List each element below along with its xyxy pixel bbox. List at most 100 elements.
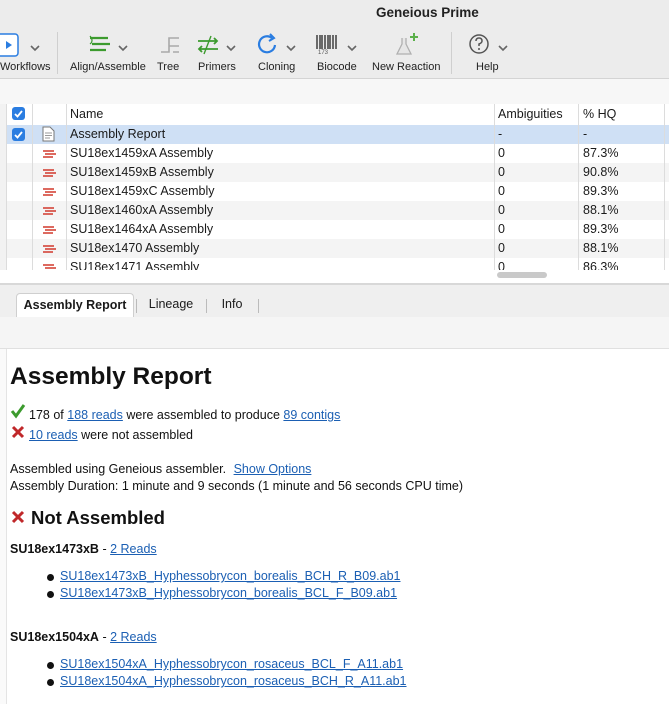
assembly-icon: [42, 167, 56, 181]
row-name: Assembly Report: [70, 127, 166, 141]
tab-info[interactable]: Info: [210, 293, 254, 317]
row-name: SU18ex1459xC Assembly: [70, 184, 215, 198]
toolbar-label: Align/Assemble: [70, 61, 146, 73]
group-reads-link[interactable]: 2 Reads: [110, 542, 157, 556]
cloning-button[interactable]: Cloning: [256, 26, 302, 78]
primers-icon: [196, 32, 220, 58]
table-row[interactable]: Assembly Report - -: [0, 125, 669, 144]
table-row[interactable]: SU18ex1459xB Assembly 0 90.8%: [0, 163, 669, 182]
assembly-icon: [42, 243, 56, 257]
tree-button[interactable]: Tree: [155, 26, 183, 78]
assembler-line: Assembled using Geneious assembler. Show…: [10, 462, 311, 476]
tree-icon: [159, 32, 181, 58]
list-bullet: [47, 591, 54, 598]
table-row[interactable]: SU18ex1464xA Assembly 0 89.3%: [0, 220, 669, 239]
column-header-hq[interactable]: % HQ: [583, 107, 616, 121]
read-file-link[interactable]: SU18ex1473xB_Hyphessobrycon_borealis_BCH…: [60, 569, 401, 583]
align-assemble-button[interactable]: Align/Assemble: [68, 26, 148, 78]
contigs-link[interactable]: 89 contigs: [283, 408, 340, 422]
tab-divider: [206, 299, 207, 313]
table-row[interactable]: SU18ex1470 Assembly 0 88.1%: [0, 239, 669, 258]
tab-lineage[interactable]: Lineage: [140, 293, 202, 317]
row-name: SU18ex1464xA Assembly: [70, 222, 214, 236]
tab-divider: [258, 299, 259, 313]
help-button[interactable]: Help: [468, 26, 514, 78]
biocode-badge: 173: [318, 50, 329, 56]
row-hq: 88.1%: [583, 241, 619, 255]
toolbar-divider: [451, 32, 452, 74]
assembly-duration: Assembly Duration: 1 minute and 9 second…: [10, 479, 464, 493]
new-reaction-button[interactable]: New Reaction: [372, 26, 442, 78]
column-header-ambiguities[interactable]: Ambiguities: [498, 107, 563, 121]
row-name: SU18ex1470 Assembly: [70, 241, 200, 255]
new-reaction-icon: [394, 32, 420, 58]
list-bullet: [47, 662, 54, 669]
row-hq: 89.3%: [583, 184, 619, 198]
viewer-tab-bar: Assembly Report Lineage Info: [0, 285, 669, 318]
toolbar-label: Cloning: [258, 61, 296, 73]
assembler-text: Assembled using Geneious assembler.: [10, 462, 227, 476]
report-title: Assembly Report: [10, 363, 212, 390]
row-name: SU18ex1459xA Assembly: [70, 146, 214, 160]
chevron-down-icon: [226, 39, 236, 57]
table-row[interactable]: SU18ex1459xC Assembly 0 89.3%: [0, 182, 669, 201]
chevron-down-icon: [118, 39, 128, 57]
group-name: SU18ex1504xA: [10, 630, 99, 644]
row-ambiguities: 0: [498, 241, 505, 255]
row-ambiguities: 0: [498, 260, 505, 270]
row-ambiguities: 0: [498, 203, 505, 217]
column-divider: [494, 104, 495, 270]
column-divider: [578, 104, 579, 270]
workflows-button[interactable]: Workflows: [0, 26, 52, 78]
table-row[interactable]: SU18ex1460xA Assembly 0 88.1%: [0, 201, 669, 220]
reads-link[interactable]: 188 reads: [67, 408, 123, 422]
read-file-link[interactable]: SU18ex1504xA_Hyphessobrycon_rosaceus_BCL…: [60, 657, 403, 671]
select-all-checkbox[interactable]: [12, 107, 25, 120]
error-x-icon: [11, 510, 25, 529]
report-document-icon: [42, 126, 55, 145]
list-bullet: [47, 574, 54, 581]
toolbar-label: Primers: [198, 61, 236, 73]
assembly-icon: [42, 224, 56, 238]
column-divider: [32, 104, 33, 270]
row-ambiguities: -: [498, 127, 503, 141]
primers-button[interactable]: Primers: [196, 26, 242, 78]
group-separator: -: [102, 630, 107, 644]
title-bar: Geneious Prime: [0, 0, 669, 26]
row-hq: 90.8%: [583, 165, 619, 179]
row-ambiguities: 0: [498, 184, 505, 198]
toolbar-divider: [57, 32, 58, 74]
tab-divider: [136, 299, 137, 313]
window-title: Geneious Prime: [376, 5, 479, 20]
unassembled-reads-link[interactable]: 10 reads: [29, 428, 78, 442]
cloning-icon: [256, 32, 280, 58]
tab-assembly-report[interactable]: Assembly Report: [16, 293, 134, 318]
row-checkbox[interactable]: [12, 128, 25, 141]
row-ambiguities: 0: [498, 146, 505, 160]
biocode-button[interactable]: 173 Biocode: [315, 26, 361, 78]
show-options-link[interactable]: Show Options: [234, 462, 312, 476]
row-hq: 86.3%: [583, 260, 619, 270]
group-separator: -: [102, 542, 107, 556]
viewer-options-bar: [0, 317, 669, 349]
table-row[interactable]: SU18ex1459xA Assembly 0 87.3%: [0, 144, 669, 163]
read-file-link[interactable]: SU18ex1473xB_Hyphessobrycon_borealis_BCL…: [60, 586, 397, 600]
assembly-icon: [42, 148, 56, 162]
help-icon: [468, 32, 492, 58]
toolbar-label: Workflows: [0, 61, 51, 73]
assembled-count: 178: [29, 408, 50, 422]
not-assembled-summary: 10 reads were not assembled: [29, 428, 193, 442]
column-header-name[interactable]: Name: [70, 107, 103, 121]
row-ambiguities: 0: [498, 222, 505, 236]
assembly-icon: [42, 262, 56, 270]
row-hq: 87.3%: [583, 146, 619, 160]
group-reads-link[interactable]: 2 Reads: [110, 630, 157, 644]
chevron-down-icon: [30, 39, 40, 57]
read-file-link[interactable]: SU18ex1504xA_Hyphessobrycon_rosaceus_BCH…: [60, 674, 407, 688]
row-hq: -: [583, 127, 588, 141]
table-header: Name Ambiguities % HQ: [0, 104, 669, 126]
row-name: SU18ex1460xA Assembly: [70, 203, 214, 217]
horizontal-scrollbar[interactable]: [497, 272, 547, 278]
table-row[interactable]: SU18ex1471 Assembly 0 86.3%: [0, 258, 669, 270]
assembly-icon: [42, 205, 56, 219]
